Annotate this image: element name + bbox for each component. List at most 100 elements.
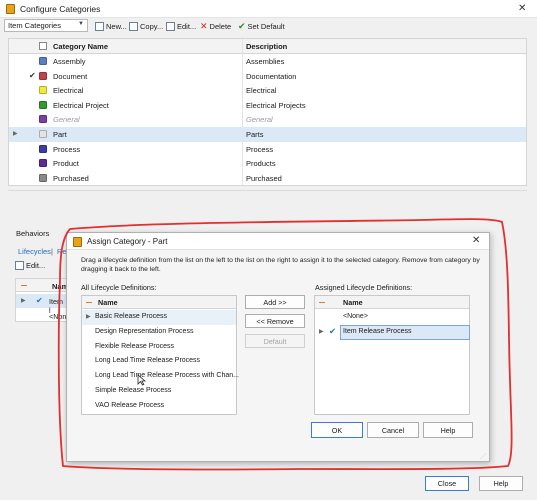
table-row[interactable]: ✔ Document Documentation xyxy=(9,69,526,84)
definition-name: <None> xyxy=(343,313,368,320)
table-header: Category Name Description xyxy=(9,39,526,54)
select-all-checkbox[interactable] xyxy=(39,42,47,50)
all-definitions-list[interactable]: Name ▶ Basic Release Process Design Repr… xyxy=(81,295,239,415)
behaviors-edit-button[interactable]: Edit... xyxy=(15,261,45,270)
color-swatch xyxy=(39,57,47,65)
list-item[interactable]: Long Lead Time Release Process xyxy=(82,354,236,369)
category-description: General xyxy=(246,115,273,125)
new-label: New... xyxy=(106,21,127,31)
copy-button[interactable]: Copy... xyxy=(129,20,163,32)
category-description: Electrical xyxy=(246,86,277,96)
window-close-icon[interactable]: ✕ xyxy=(518,4,526,14)
table-row[interactable]: Assembly Assemblies xyxy=(9,54,526,69)
close-button[interactable]: Close xyxy=(425,476,469,491)
category-description: Parts xyxy=(246,130,264,139)
assigned-definitions-list[interactable]: Name <None> ▶ ✔ Item Release Process xyxy=(314,295,470,415)
table-row-selected[interactable]: ▶ Part Parts xyxy=(9,127,526,142)
list-item[interactable]: Design Representation Process xyxy=(82,325,236,340)
set-default-button[interactable]: ✔ Set Default xyxy=(238,20,285,32)
list-item[interactable]: <None> xyxy=(315,310,469,325)
category-name: Document xyxy=(53,71,88,81)
tab-lifecycles[interactable]: Lifecycles xyxy=(18,247,51,256)
new-button[interactable]: New... xyxy=(95,20,127,32)
table-row[interactable]: Product Products xyxy=(9,156,526,171)
cancel-button[interactable]: Cancel xyxy=(367,422,419,438)
behaviors-table-header: Nam xyxy=(16,279,68,292)
remove-button[interactable]: << Remove xyxy=(245,314,305,328)
definition-name: VAO Release Process xyxy=(95,401,165,409)
list-item[interactable]: ▶ Basic Release Process xyxy=(82,310,236,325)
collapse-icon xyxy=(86,302,92,303)
definition-name: Long Lead Time Release Process xyxy=(95,357,201,365)
category-name: Process xyxy=(53,144,81,154)
category-name: Electrical Project xyxy=(53,100,109,110)
add-button[interactable]: Add >> xyxy=(245,295,305,309)
row-pointer-icon: ▶ xyxy=(13,131,18,137)
color-swatch xyxy=(39,173,47,182)
ok-button[interactable]: OK xyxy=(311,422,363,438)
category-type-value: Item Categories xyxy=(8,21,61,30)
list-item[interactable]: Long Lead Time Release Process with Chan… xyxy=(82,369,239,384)
delete-button[interactable]: ✕ Delete xyxy=(200,20,231,32)
all-definitions-label: All Lifecycle Definitions: xyxy=(81,283,157,292)
assign-category-dialog: Assign Category - Part ✕ Drag a lifecycl… xyxy=(66,232,490,462)
app-icon xyxy=(73,237,82,247)
dialog-help-button[interactable]: Help xyxy=(423,422,473,438)
definition-name: Flexible Release Process xyxy=(95,342,174,350)
category-description: Process xyxy=(246,144,274,154)
delete-icon: ✕ xyxy=(200,20,208,31)
edit-icon xyxy=(15,261,24,270)
category-name: Assembly xyxy=(53,57,86,66)
list-item-selected[interactable]: ▶ ✔ Item Release Process xyxy=(315,324,470,340)
checkmark-icon: ✔ xyxy=(329,325,337,336)
list-header: Name xyxy=(82,296,236,309)
table-row[interactable]: Electrical Project Electrical Projects xyxy=(9,98,526,113)
row-pointer-icon: ▶ xyxy=(319,328,324,335)
table-row[interactable]: General General xyxy=(9,112,526,127)
category-description: Products xyxy=(246,159,276,169)
assigned-definitions-label: Assigned Lifecycle Definitions: xyxy=(315,283,413,292)
table-row[interactable]: Process Process xyxy=(9,142,526,157)
set-default-label: Set Default xyxy=(247,21,285,31)
resize-grip-icon[interactable]: ⋰ xyxy=(480,453,486,460)
behaviors-heading: Behaviors xyxy=(16,229,50,238)
list-item[interactable]: Simple Release Process xyxy=(82,384,236,399)
checkmark-icon: ✔ xyxy=(36,296,43,305)
dialog-close-icon[interactable]: ✕ xyxy=(472,236,480,246)
edit-button[interactable]: Edit... xyxy=(166,20,196,32)
definition-name: Item Release Process xyxy=(343,327,412,335)
definition-name: Simple Release Process xyxy=(95,387,172,394)
color-swatch xyxy=(39,115,47,124)
edit-label: Edit... xyxy=(177,21,197,31)
column-header-description[interactable]: Description xyxy=(246,42,287,51)
category-name: General xyxy=(53,115,80,125)
list-item[interactable]: VAO Release Process xyxy=(82,399,236,414)
checkmark-icon: ✔ xyxy=(29,70,36,80)
category-description: Electrical Projects xyxy=(246,100,306,110)
definition-name: Long Lead Time Release Process with Chan… xyxy=(95,372,239,380)
check-icon: ✔ xyxy=(238,20,246,31)
dialog-instructions: Drag a lifecycle definition from the lis… xyxy=(81,257,480,273)
column-header-name[interactable]: Name xyxy=(343,298,363,307)
tab-separator: | xyxy=(51,247,53,256)
window-title: Configure Categories xyxy=(20,4,101,14)
dialog-titlebar: Assign Category - Part ✕ xyxy=(67,233,489,250)
collapse-icon xyxy=(21,285,27,286)
column-header-category-name[interactable]: Category Name xyxy=(53,42,108,51)
table-row[interactable]: <Non xyxy=(16,309,66,323)
color-swatch xyxy=(39,86,47,95)
table-row[interactable]: Purchased Purchased xyxy=(9,171,526,186)
color-swatch xyxy=(39,144,47,153)
category-type-combo[interactable]: Item Categories ▼ xyxy=(4,19,88,32)
help-button[interactable]: Help xyxy=(479,476,523,491)
definition-name: Basic Release Process xyxy=(95,313,167,320)
category-name: Product xyxy=(53,159,79,169)
default-button[interactable]: Default xyxy=(245,334,305,348)
divider xyxy=(8,190,527,191)
edit-icon xyxy=(166,21,175,31)
table-row[interactable]: Electrical Electrical xyxy=(9,83,526,98)
column-header-name[interactable]: Name xyxy=(98,298,118,307)
list-item[interactable]: Flexible Release Process xyxy=(82,340,236,355)
lifecycle-name: <Non xyxy=(49,312,67,321)
table-row-selected[interactable]: ▶ ✔ Item l xyxy=(16,294,66,315)
